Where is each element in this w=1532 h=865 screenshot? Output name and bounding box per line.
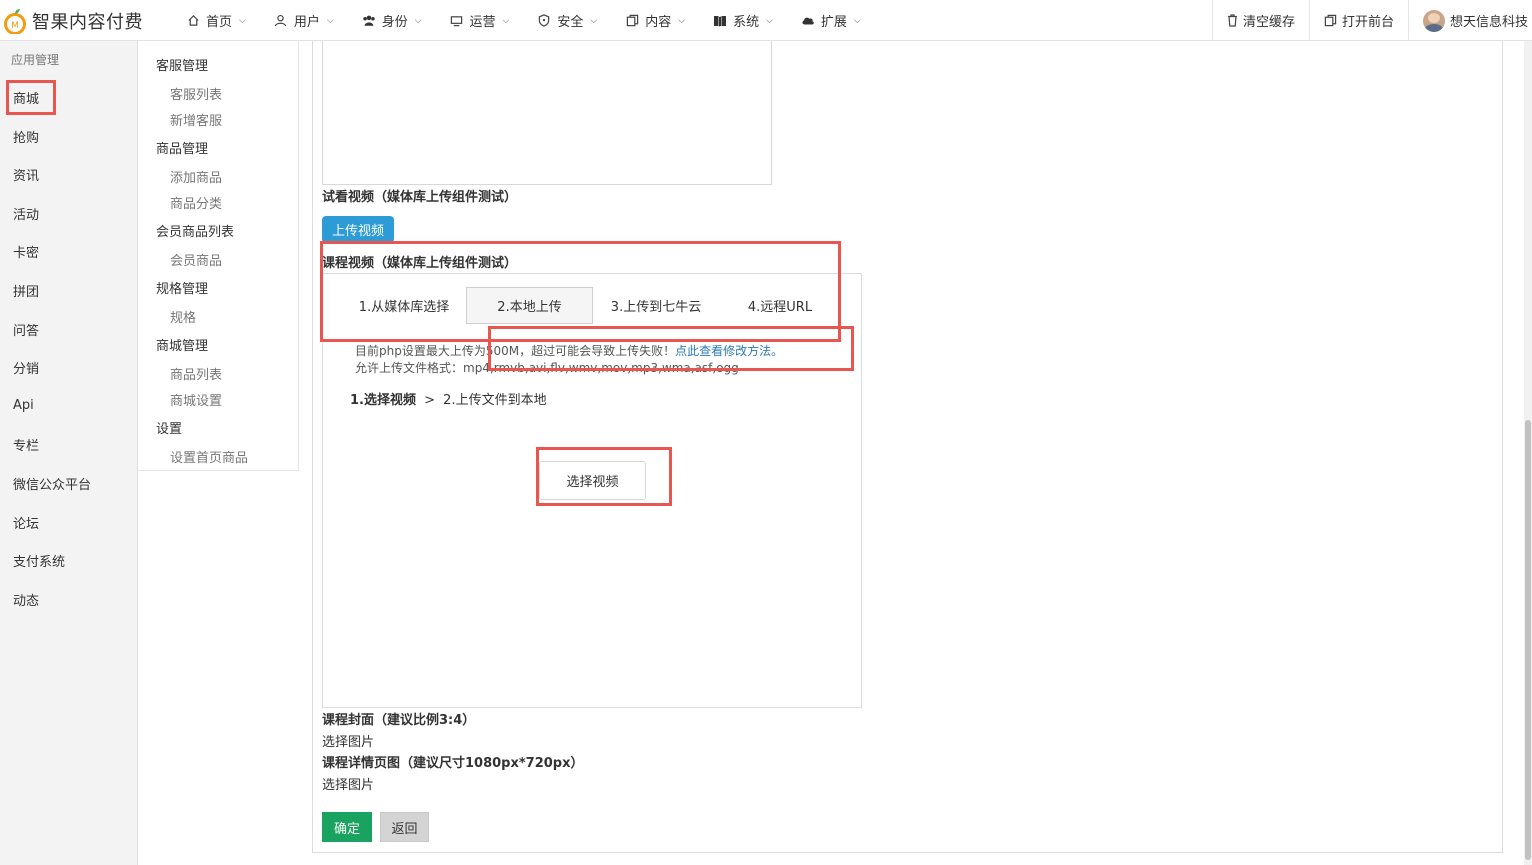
sub-item-goods-category[interactable]: 商品分类 — [170, 193, 222, 212]
sub-group-mall: 商城管理 — [156, 339, 209, 354]
sidebar-title: 应用管理 — [11, 53, 60, 67]
sidebar-item-events[interactable]: 活动 — [13, 204, 39, 223]
sidebar-item-feed[interactable]: 动态 — [13, 590, 39, 609]
sub-item-mall-settings[interactable]: 商城设置 — [170, 390, 222, 409]
sub-item-member-goods[interactable]: 会员商品 — [170, 250, 222, 269]
nav-content[interactable]: 内容 ⌵ — [611, 0, 699, 41]
nav-label: 安全 — [557, 15, 584, 30]
sidebar-item-forum[interactable]: 论坛 — [13, 513, 39, 532]
home-icon — [186, 14, 200, 28]
top-navbar: M 智果内容付费 首页 ⌵ 用户 ⌵ 身份 ⌵ 运营 ⌵ 安全 ⌵ 内容 ⌵ 系… — [0, 0, 1532, 41]
nav-label: 运营 — [469, 15, 496, 30]
sub-item-goods-list[interactable]: 商品列表 — [170, 364, 222, 383]
sidebar-item-api[interactable]: Api — [13, 398, 34, 413]
nav-label: 用户 — [293, 15, 320, 30]
sidebar-item-flash-sale[interactable]: 抢购 — [13, 127, 39, 146]
chevron-down-icon: ⌵ — [766, 15, 773, 26]
chevron-down-icon: ⌵ — [239, 15, 246, 26]
chevron-down-icon: ⌵ — [678, 15, 686, 26]
nav-label: 身份 — [381, 15, 408, 30]
nav-label: 扩展 — [820, 15, 847, 30]
user-name: 想天信息科技 — [1449, 15, 1528, 30]
nav-operation[interactable]: 运营 ⌵ — [436, 0, 524, 41]
clear-cache-button[interactable]: 清空缓存 — [1211, 0, 1309, 41]
nav-user[interactable]: 用户 ⌵ — [260, 0, 348, 41]
confirm-button[interactable]: 确定 — [322, 812, 372, 842]
svg-text:M: M — [11, 21, 19, 31]
sidebar-item-payment[interactable]: 支付系统 — [13, 551, 65, 570]
highlight-box-tip — [488, 326, 854, 371]
nav-home[interactable]: 首页 ⌵ — [172, 0, 260, 41]
cover-label: 课程封面（建议比例3:4） — [322, 713, 476, 728]
trial-video-preview — [322, 41, 772, 185]
copy-icon — [1324, 14, 1337, 27]
back-button[interactable]: 返回 — [380, 812, 429, 842]
sub-item-home-goods[interactable]: 设置首页商品 — [170, 447, 248, 466]
shield-icon — [537, 14, 551, 28]
highlight-box-choose — [536, 447, 672, 506]
sidebar-item-qa[interactable]: 问答 — [13, 320, 39, 339]
sidebar-item-group-buy[interactable]: 拼团 — [13, 281, 39, 300]
nav-label: 内容 — [645, 15, 672, 30]
trash-icon — [1227, 14, 1238, 27]
chevron-down-icon: ⌵ — [326, 15, 334, 26]
chevron-down-icon: ⌵ — [590, 15, 598, 26]
sub-group-goods: 商品管理 — [156, 142, 209, 157]
step-upload: 2.上传文件到本地 — [443, 393, 547, 408]
clear-cache-label: 清空缓存 — [1242, 15, 1295, 30]
scrollbar-thumb[interactable] — [1525, 420, 1531, 860]
nav-extension[interactable]: 扩展 ⌵ — [787, 0, 875, 41]
sidebar-item-news[interactable]: 资讯 — [13, 165, 39, 184]
orange-logo-icon: M — [4, 8, 26, 34]
sub-item-spec[interactable]: 规格 — [170, 307, 196, 326]
nav-security[interactable]: 安全 ⌵ — [523, 0, 611, 41]
cover-select-link[interactable]: 选择图片 — [322, 731, 374, 750]
step-separator: > — [424, 393, 436, 408]
sidebar-item-column[interactable]: 专栏 — [13, 435, 39, 454]
sub-item-add-goods[interactable]: 添加商品 — [170, 167, 222, 186]
cloud-icon — [801, 14, 815, 28]
brand-name: 智果内容付费 — [32, 11, 143, 33]
sidebar-item-card-secret[interactable]: 卡密 — [13, 242, 39, 261]
sub-group-service: 客服管理 — [156, 59, 209, 74]
copy-icon — [625, 14, 639, 28]
sub-group-settings: 设置 — [156, 422, 183, 437]
chevron-down-icon: ⌵ — [502, 15, 510, 26]
monitor-icon — [450, 14, 464, 28]
nav-identity[interactable]: 身份 ⌵ — [348, 0, 436, 41]
nav-system[interactable]: 系统 ⌵ — [699, 0, 787, 41]
trial-video-label: 试看视频（媒体库上传组件测试） — [322, 190, 518, 205]
sub-item-add-service[interactable]: 新增客服 — [170, 110, 222, 129]
sidebar-item-distribution[interactable]: 分销 — [13, 358, 39, 377]
sub-group-spec: 规格管理 — [156, 282, 209, 297]
users-icon — [362, 14, 376, 28]
step-select: 1.选择视频 — [350, 393, 416, 408]
upload-video-button[interactable]: 上传视频 — [322, 216, 394, 243]
chevron-down-icon: ⌵ — [414, 15, 422, 26]
book-icon — [713, 14, 727, 28]
highlight-box-mall — [6, 80, 56, 115]
open-front-label: 打开前台 — [1341, 15, 1394, 30]
detail-image-label: 课程详情页图（建议尺寸1080px*720px） — [322, 756, 584, 771]
brand-logo[interactable]: M 智果内容付费 — [0, 0, 143, 41]
main-nav: 首页 ⌵ 用户 ⌵ 身份 ⌵ 运营 ⌵ 安全 ⌵ 内容 ⌵ 系统 ⌵ 扩展 ⌵ — [172, 0, 875, 41]
avatar — [1422, 9, 1445, 32]
chevron-down-icon: ⌵ — [853, 15, 861, 26]
nav-label: 系统 — [733, 15, 760, 30]
sub-item-service-list[interactable]: 客服列表 — [170, 84, 222, 103]
detail-select-link[interactable]: 选择图片 — [322, 774, 374, 793]
sidebar-item-wechat[interactable]: 微信公众平台 — [13, 474, 91, 493]
user-icon — [274, 14, 288, 28]
right-nav: 清空缓存 打开前台 想天信息科技 — [1211, 0, 1532, 41]
nav-label: 首页 — [206, 15, 233, 30]
user-menu[interactable]: 想天信息科技 — [1407, 0, 1532, 41]
sub-group-member-goods: 会员商品列表 — [156, 225, 235, 240]
open-front-button[interactable]: 打开前台 — [1308, 0, 1408, 41]
upload-steps: 1.选择视频 > 2.上传文件到本地 — [350, 389, 547, 408]
